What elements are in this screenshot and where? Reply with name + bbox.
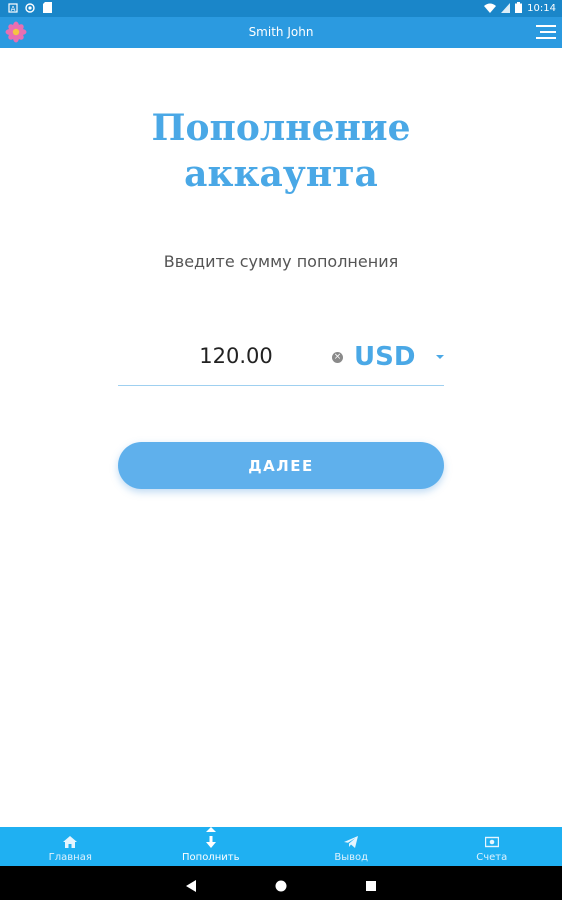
svg-text:A: A bbox=[11, 5, 16, 13]
back-triangle-icon[interactable] bbox=[186, 877, 198, 892]
home-icon bbox=[63, 833, 78, 848]
nav-item-withdraw[interactable]: Вывод bbox=[281, 827, 422, 866]
amount-input-row: 120.00 × USD bbox=[118, 336, 444, 386]
system-nav-bar bbox=[0, 866, 562, 900]
arrow-down-icon bbox=[204, 833, 218, 848]
home-circle-icon[interactable] bbox=[275, 877, 287, 892]
app-bar: Smith John bbox=[0, 17, 562, 48]
cell-signal-icon bbox=[501, 2, 511, 16]
notification-icon: A bbox=[8, 2, 18, 13]
close-icon: × bbox=[333, 352, 342, 362]
currency-select[interactable]: USD bbox=[354, 340, 444, 380]
paper-plane-icon bbox=[344, 833, 359, 848]
battery-icon bbox=[515, 2, 523, 16]
app-title: Smith John bbox=[248, 25, 314, 39]
page-title-line1: Пополнение bbox=[151, 107, 411, 149]
wifi-icon bbox=[484, 3, 497, 16]
menu-button[interactable] bbox=[536, 23, 556, 41]
active-tab-indicator bbox=[205, 827, 216, 832]
nav-item-home[interactable]: Главная bbox=[0, 827, 141, 866]
next-button[interactable]: ДАЛЕЕ bbox=[118, 442, 444, 489]
caret-down-icon bbox=[436, 355, 444, 359]
banknote-icon bbox=[484, 833, 499, 848]
status-system: 10:14 bbox=[484, 2, 556, 16]
nav-label-deposit: Пополнить bbox=[182, 852, 240, 863]
bottom-nav: Главная Пополнить Вывод Счета bbox=[0, 827, 562, 866]
amount-input[interactable]: 120.00 bbox=[118, 344, 354, 368]
sd-card-icon bbox=[42, 2, 52, 13]
page-title-line2: аккаунта bbox=[184, 153, 378, 195]
nav-item-accounts[interactable]: Счета bbox=[422, 827, 562, 866]
amount-prompt: Введите сумму пополнения bbox=[163, 252, 399, 271]
sync-icon bbox=[25, 2, 35, 13]
hamburger-menu-icon bbox=[536, 25, 556, 39]
currency-value: USD bbox=[354, 342, 416, 372]
nav-label-home: Главная bbox=[48, 852, 92, 863]
nav-item-deposit[interactable]: Пополнить bbox=[141, 827, 282, 866]
status-notifications: A bbox=[8, 2, 52, 13]
status-bar: A 10:14 bbox=[0, 0, 562, 17]
nav-label-accounts: Счета bbox=[476, 852, 508, 863]
page-title: Пополнение аккаунта bbox=[0, 105, 562, 197]
clear-amount-button[interactable]: × bbox=[332, 352, 343, 363]
nav-label-withdraw: Вывод bbox=[334, 852, 369, 863]
status-time: 10:14 bbox=[527, 3, 556, 14]
recents-square-icon[interactable] bbox=[365, 877, 377, 891]
